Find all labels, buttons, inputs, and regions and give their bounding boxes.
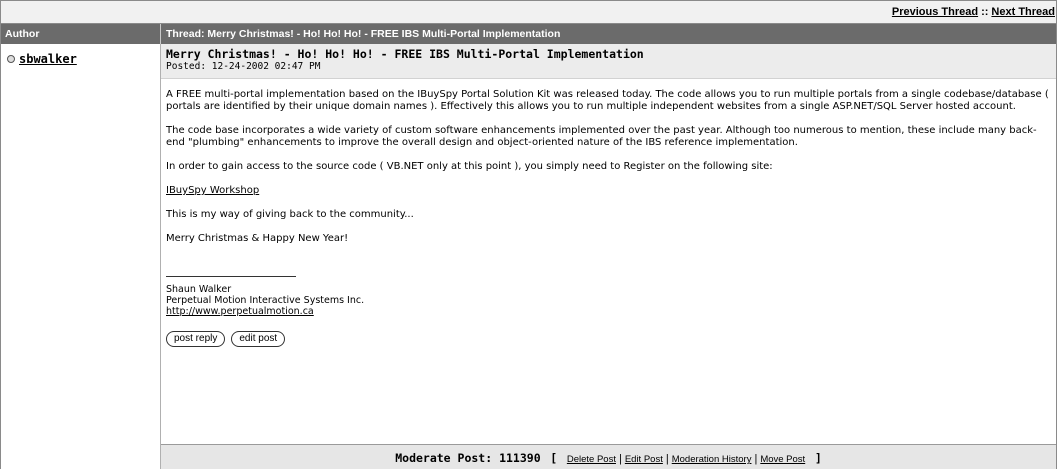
- forum-frame: Previous Thread:: Next Thread Author Thre…: [0, 0, 1057, 469]
- post-reply-button[interactable]: post reply: [166, 331, 226, 347]
- author-link[interactable]: sbwalker: [19, 52, 77, 66]
- author-column-header: Author: [1, 24, 161, 44]
- table-header: Author Thread: Merry Christmas! - Ho! Ho…: [1, 24, 1056, 44]
- moderate-post-title: Moderate Post: 111390: [395, 451, 541, 465]
- post-row: sbwalker Merry Christmas! - Ho! Ho! Ho! …: [1, 44, 1056, 469]
- post-date: Posted: 12-24-2002 02:47 PM: [166, 61, 321, 72]
- post-link-paragraph: IBuySpy Workshop: [166, 185, 1050, 197]
- online-status-icon: [7, 55, 15, 63]
- post-paragraph: A FREE multi-portal implementation based…: [166, 89, 1049, 112]
- thread-nav-separator: ::: [981, 6, 989, 18]
- post-subject: Merry Christmas! - Ho! Ho! Ho! - FREE IB…: [166, 47, 644, 61]
- next-thread-link[interactable]: Next Thread: [991, 6, 1055, 18]
- post-paragraph: This is my way of giving back to the com…: [166, 209, 414, 220]
- post-paragraph: The code base incorporates a wide variet…: [166, 125, 1037, 148]
- moderation-separator: |: [754, 453, 758, 465]
- edit-post-button[interactable]: edit post: [231, 331, 286, 347]
- signature-name: Shaun Walker: [166, 284, 232, 295]
- moderation-history-link[interactable]: Moderation History: [672, 454, 752, 465]
- moderation-separator: |: [665, 453, 669, 465]
- thread-navigation: Previous Thread:: Next Thread: [1, 0, 1056, 24]
- signature: Shaun Walker Perpetual Motion Interactiv…: [166, 284, 1050, 317]
- post-body: A FREE multi-portal implementation based…: [161, 79, 1056, 347]
- delete-post-link[interactable]: Delete Post: [567, 454, 616, 465]
- thread-title-header: Thread: Merry Christmas! - Ho! Ho! Ho! -…: [166, 28, 561, 40]
- author-info: sbwalker: [7, 52, 160, 66]
- moderation-separator: |: [618, 453, 622, 465]
- signature-url-link[interactable]: http://www.perpetualmotion.ca: [166, 306, 314, 317]
- post-actions: post reply edit post: [166, 331, 1050, 347]
- moderation-bar: Moderate Post: 111390 [ Delete Post | Edit…: [161, 444, 1056, 469]
- post-header: Merry Christmas! - Ho! Ho! Ho! - FREE IB…: [161, 44, 1056, 79]
- moderation-open-bracket: [: [550, 451, 558, 465]
- previous-thread-link[interactable]: Previous Thread: [892, 6, 978, 18]
- ibuyspy-workshop-link[interactable]: IBuySpy Workshop: [166, 185, 259, 196]
- moderation-close-bracket: ]: [814, 451, 822, 465]
- author-cell: sbwalker: [1, 44, 161, 469]
- edit-post-link[interactable]: Edit Post: [625, 454, 663, 465]
- post-cell: Merry Christmas! - Ho! Ho! Ho! - FREE IB…: [161, 44, 1056, 469]
- signature-company: Perpetual Motion Interactive Systems Inc…: [166, 295, 365, 306]
- post-paragraph: Merry Christmas & Happy New Year!: [166, 233, 349, 244]
- post-paragraph: In order to gain access to the source co…: [166, 161, 773, 172]
- move-post-link[interactable]: Move Post: [760, 454, 805, 465]
- signature-divider: [166, 276, 296, 277]
